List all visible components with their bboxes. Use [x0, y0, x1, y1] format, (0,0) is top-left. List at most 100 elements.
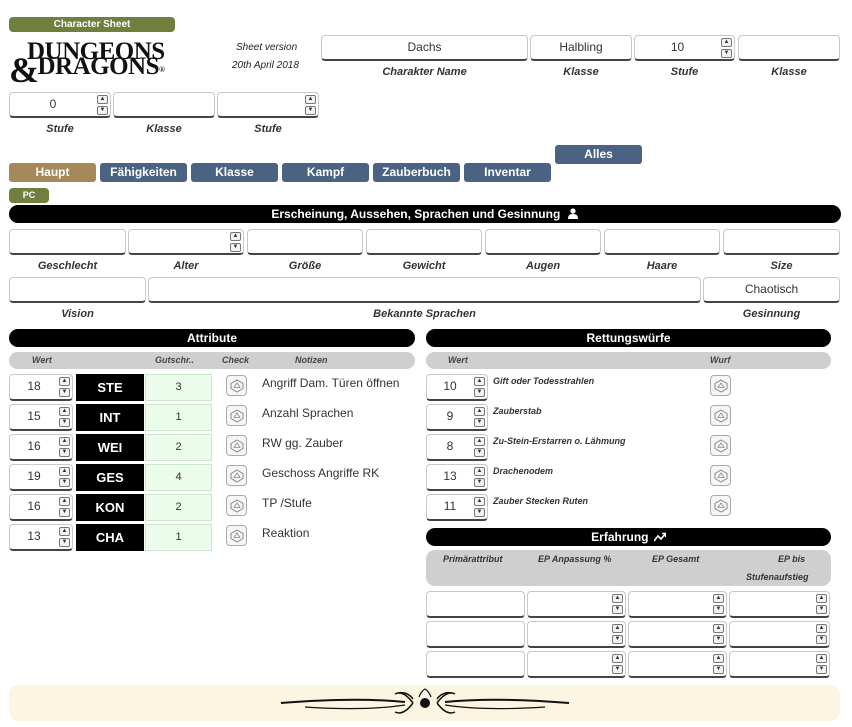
chevron-up-icon[interactable]: ▲: [474, 467, 485, 476]
chevron-down-icon[interactable]: ▼: [612, 665, 623, 674]
eyes-field[interactable]: [485, 229, 601, 255]
pc-badge[interactable]: PC: [9, 188, 49, 203]
chevron-up-icon[interactable]: ▲: [59, 407, 70, 416]
save-value-field[interactable]: 9 ▲ ▼: [426, 404, 488, 431]
chevron-up-icon[interactable]: ▲: [713, 624, 724, 633]
tab-zauberbuch[interactable]: Zauberbuch: [373, 163, 460, 182]
save-value-field[interactable]: 8 ▲ ▼: [426, 434, 488, 461]
age-field[interactable]: ▲ ▼: [128, 229, 244, 255]
attribute-check-button[interactable]: [226, 405, 247, 426]
chevron-up-icon[interactable]: ▲: [474, 377, 485, 386]
class1-field[interactable]: Halbling: [530, 35, 632, 61]
chevron-up-icon[interactable]: ▲: [97, 95, 108, 104]
chevron-down-icon[interactable]: ▼: [59, 508, 70, 517]
chevron-down-icon[interactable]: ▼: [59, 448, 70, 457]
chevron-up-icon[interactable]: ▲: [721, 38, 732, 47]
level1-field[interactable]: 10 ▲ ▼: [634, 35, 735, 61]
level3-field[interactable]: ▲ ▼: [217, 92, 319, 118]
save-roll-button[interactable]: [710, 465, 731, 486]
xp-next-level-spinner[interactable]: ▲ ▼: [816, 654, 827, 674]
weight-field[interactable]: [366, 229, 482, 255]
chevron-down-icon[interactable]: ▼: [474, 448, 485, 457]
gender-field[interactable]: [9, 229, 126, 255]
xp-total-field[interactable]: ▲ ▼: [628, 621, 727, 648]
save-value-field[interactable]: 10 ▲ ▼: [426, 374, 488, 401]
chevron-down-icon[interactable]: ▼: [612, 605, 623, 614]
save-value-spinner[interactable]: ▲ ▼: [474, 467, 485, 487]
save-roll-button[interactable]: [710, 435, 731, 456]
tab-haupt[interactable]: Haupt: [9, 163, 96, 182]
chevron-down-icon[interactable]: ▼: [59, 388, 70, 397]
chevron-up-icon[interactable]: ▲: [474, 497, 485, 506]
chevron-up-icon[interactable]: ▲: [474, 407, 485, 416]
attribute-check-button[interactable]: [226, 495, 247, 516]
attribute-check-button[interactable]: [226, 525, 247, 546]
chevron-up-icon[interactable]: ▲: [59, 467, 70, 476]
chevron-up-icon[interactable]: ▲: [305, 95, 316, 104]
level1-spinner[interactable]: ▲ ▼: [721, 38, 732, 58]
chevron-down-icon[interactable]: ▼: [713, 635, 724, 644]
attribute-value-field[interactable]: 18 ▲ ▼: [9, 374, 73, 401]
xp-total-spinner[interactable]: ▲ ▼: [713, 654, 724, 674]
chevron-up-icon[interactable]: ▲: [59, 527, 70, 536]
save-value-spinner[interactable]: ▲ ▼: [474, 407, 485, 427]
save-value-spinner[interactable]: ▲ ▼: [474, 437, 485, 457]
chevron-up-icon[interactable]: ▲: [816, 624, 827, 633]
attribute-check-button[interactable]: [226, 465, 247, 486]
attribute-value-spinner[interactable]: ▲ ▼: [59, 377, 70, 397]
chevron-up-icon[interactable]: ▲: [816, 594, 827, 603]
chevron-up-icon[interactable]: ▲: [612, 624, 623, 633]
attribute-value-field[interactable]: 16 ▲ ▼: [9, 494, 73, 521]
xp-adjustment-field[interactable]: ▲ ▼: [527, 591, 626, 618]
save-roll-button[interactable]: [710, 495, 731, 516]
chevron-up-icon[interactable]: ▲: [474, 437, 485, 446]
xp-adjustment-field[interactable]: ▲ ▼: [527, 621, 626, 648]
attribute-value-field[interactable]: 13 ▲ ▼: [9, 524, 73, 551]
alignment-field[interactable]: Chaotisch: [703, 277, 840, 303]
chevron-up-icon[interactable]: ▲: [612, 654, 623, 663]
chevron-down-icon[interactable]: ▼: [713, 665, 724, 674]
class2-field[interactable]: [738, 35, 840, 61]
chevron-up-icon[interactable]: ▲: [59, 377, 70, 386]
chevron-down-icon[interactable]: ▼: [816, 665, 827, 674]
chevron-up-icon[interactable]: ▲: [59, 497, 70, 506]
attribute-value-field[interactable]: 19 ▲ ▼: [9, 464, 73, 491]
chevron-down-icon[interactable]: ▼: [59, 538, 70, 547]
save-value-spinner[interactable]: ▲ ▼: [474, 377, 485, 397]
chevron-down-icon[interactable]: ▼: [816, 635, 827, 644]
save-roll-button[interactable]: [710, 375, 731, 396]
tab-faehigkeiten[interactable]: Fähigkeiten: [100, 163, 187, 182]
chevron-up-icon[interactable]: ▲: [612, 594, 623, 603]
chevron-down-icon[interactable]: ▼: [230, 243, 241, 252]
chevron-down-icon[interactable]: ▼: [713, 605, 724, 614]
save-roll-button[interactable]: [710, 405, 731, 426]
save-value-field[interactable]: 11 ▲ ▼: [426, 494, 488, 521]
chevron-down-icon[interactable]: ▼: [305, 106, 316, 115]
attribute-value-field[interactable]: 15 ▲ ▼: [9, 404, 73, 431]
chevron-up-icon[interactable]: ▲: [230, 232, 241, 241]
chevron-down-icon[interactable]: ▼: [59, 478, 70, 487]
level3-spinner[interactable]: ▲ ▼: [305, 95, 316, 115]
height-field[interactable]: [247, 229, 363, 255]
xp-total-field[interactable]: ▲ ▼: [628, 651, 727, 678]
languages-field[interactable]: [148, 277, 701, 303]
xp-adjustment-field[interactable]: ▲ ▼: [527, 651, 626, 678]
attribute-check-button[interactable]: [226, 435, 247, 456]
chevron-down-icon[interactable]: ▼: [474, 508, 485, 517]
xp-next-level-spinner[interactable]: ▲ ▼: [816, 624, 827, 644]
xp-total-spinner[interactable]: ▲ ▼: [713, 594, 724, 614]
xp-primary-attribute-field[interactable]: [426, 651, 525, 678]
chevron-up-icon[interactable]: ▲: [713, 594, 724, 603]
chevron-down-icon[interactable]: ▼: [97, 106, 108, 115]
chevron-up-icon[interactable]: ▲: [713, 654, 724, 663]
vision-field[interactable]: [9, 277, 146, 303]
tab-inventar[interactable]: Inventar: [464, 163, 551, 182]
level2-spinner[interactable]: ▲ ▼: [97, 95, 108, 115]
chevron-down-icon[interactable]: ▼: [59, 418, 70, 427]
chevron-down-icon[interactable]: ▼: [816, 605, 827, 614]
xp-adjustment-spinner[interactable]: ▲ ▼: [612, 654, 623, 674]
attribute-value-spinner[interactable]: ▲ ▼: [59, 467, 70, 487]
xp-adjustment-spinner[interactable]: ▲ ▼: [612, 624, 623, 644]
chevron-down-icon[interactable]: ▼: [474, 388, 485, 397]
size-field[interactable]: [723, 229, 840, 255]
